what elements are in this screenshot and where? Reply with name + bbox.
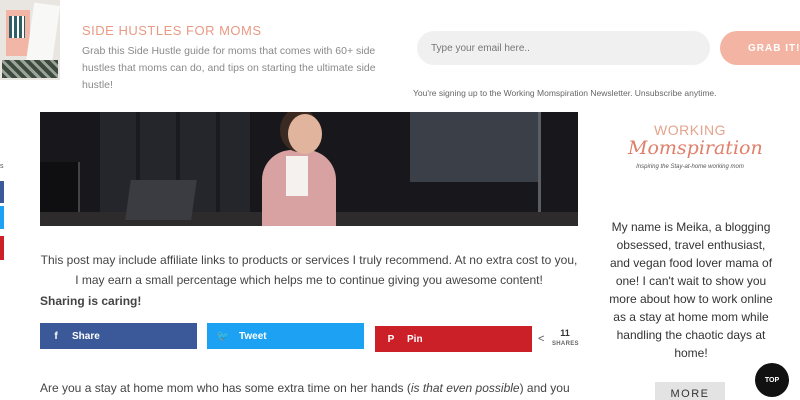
hero-window: [410, 112, 540, 182]
article-intro-end: ) and you: [519, 381, 570, 395]
twitter-share-label: Tweet: [239, 330, 267, 342]
optin-bar: SIDE HUSTLES FOR MOMS Grab this Side Hus…: [0, 0, 800, 112]
affiliate-disclaimer: This post may include affiliate links to…: [40, 253, 578, 287]
floating-twitter-button[interactable]: [0, 206, 4, 229]
pinterest-share-label: Pin: [407, 333, 423, 345]
logo-working-text: WORKING: [654, 122, 726, 138]
share-icon: <: [538, 333, 545, 345]
guide-cover-card: [6, 10, 30, 56]
author-bio: My name is Meika, a blogging obsessed, t…: [609, 220, 773, 360]
hero-lamp: [538, 112, 541, 226]
sharing-heading: Sharing is caring!: [40, 294, 142, 308]
grab-it-button[interactable]: GRAB IT!: [720, 31, 800, 65]
optin-description: Grab this Side Hustle guide for moms tha…: [82, 45, 376, 91]
facebook-icon: f: [54, 330, 58, 342]
hero-head: [288, 114, 322, 154]
twitter-icon: 🐦: [216, 330, 230, 342]
floating-facebook-button[interactable]: [0, 181, 4, 203]
hero-image: [40, 112, 578, 226]
email-input[interactable]: [417, 31, 710, 65]
logo-tagline: Inspiring the Stay-at-home working mom: [636, 164, 744, 170]
pinterest-icon: P: [387, 333, 395, 345]
facebook-share-button[interactable]: f Share: [40, 323, 197, 349]
newsletter-note: You're signing up to the Working Momspir…: [413, 88, 717, 98]
optin-title: SIDE HUSTLES FOR MOMS: [82, 23, 262, 38]
floating-share-label: s: [0, 163, 4, 170]
hero-shirt: [286, 156, 308, 196]
guide-thumbnail-image: [0, 0, 60, 80]
more-button[interactable]: MORE: [655, 382, 725, 400]
floating-pinterest-button[interactable]: [0, 236, 4, 260]
logo-momspiration-text: Momspiration: [628, 137, 763, 159]
twitter-share-button[interactable]: 🐦 Tweet: [207, 323, 364, 349]
hero-monitor: [40, 162, 80, 214]
pinterest-share-button[interactable]: P Pin: [375, 326, 532, 352]
scroll-to-top-button[interactable]: TOP: [755, 363, 789, 397]
hero-laptop: [125, 180, 197, 220]
share-count: 11: [560, 328, 570, 338]
site-logo[interactable]: WORKING Momspiration Inspiring the Stay-…: [628, 120, 763, 176]
plant-decoration: [2, 60, 58, 78]
article-intro-emphasis: is that even possible: [410, 381, 520, 395]
guide-page: [25, 2, 60, 66]
share-count-label: SHARES: [552, 341, 579, 347]
article-intro: Are you a stay at home mom who has some …: [40, 379, 580, 397]
facebook-share-label: Share: [72, 330, 100, 342]
article-intro-start: Are you a stay at home mom who has some …: [40, 381, 411, 395]
